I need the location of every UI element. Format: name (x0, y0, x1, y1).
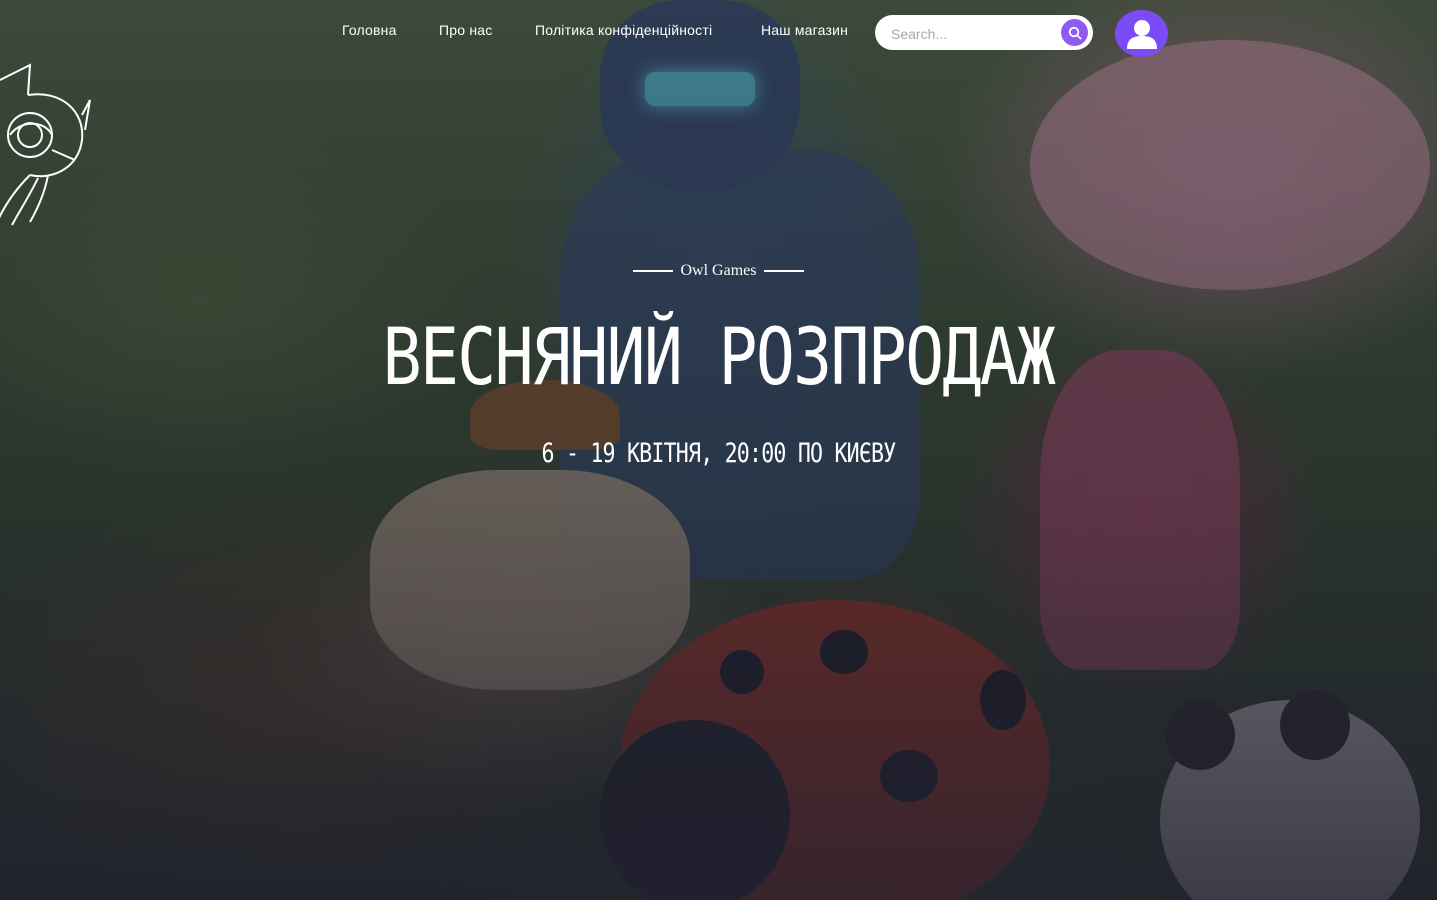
user-account-button[interactable] (1115, 10, 1168, 57)
hero-title: ВЕСНЯНИЙ РОЗПРОДАЖ (382, 313, 1056, 403)
hero-kicker: Owl Games (0, 262, 1437, 280)
owl-logo-icon[interactable] (0, 60, 100, 230)
user-icon (1126, 19, 1157, 49)
search-icon (1068, 26, 1081, 39)
hero-subtitle: 6 - 19 КВІТНЯ, 20:00 ПО КИЄВУ (541, 438, 897, 469)
nav-link-shop[interactable]: Наш магазин (761, 22, 848, 38)
search-box (875, 15, 1093, 50)
kicker-text: Owl Games (680, 262, 757, 279)
search-button[interactable] (1061, 19, 1088, 46)
kicker-line-left (632, 270, 673, 273)
search-input[interactable] (889, 23, 1053, 45)
main-nav: Головна Про нас Політика конфіденційност… (0, 22, 1437, 44)
nav-link-home[interactable]: Головна (342, 22, 397, 38)
kicker-line-right (764, 270, 805, 273)
nav-link-privacy-policy[interactable]: Політика конфіденційності (535, 22, 712, 38)
nav-link-about[interactable]: Про нас (439, 22, 492, 38)
